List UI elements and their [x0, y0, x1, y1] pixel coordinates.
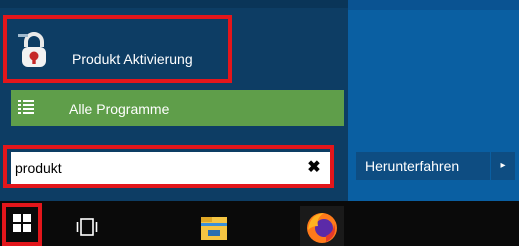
- program-item-produkt-aktivierung[interactable]: Produkt Aktivierung: [0, 14, 235, 84]
- search-input[interactable]: [15, 156, 295, 180]
- padlock-app-icon: [14, 31, 54, 71]
- shutdown-options-arrow[interactable]: ▸: [491, 152, 515, 180]
- all-programs-label: Alle Programme: [69, 101, 170, 117]
- program-label: Produkt Aktivierung: [72, 51, 193, 67]
- shutdown-label: Herunterfahren: [365, 158, 460, 174]
- right-pane-top-strip: [348, 0, 519, 10]
- start-menu-top-strip: [0, 0, 348, 8]
- all-programs-button[interactable]: Alle Programme: [11, 90, 344, 126]
- folder-icon[interactable]: [199, 214, 229, 242]
- windows-logo-icon: [13, 214, 31, 232]
- search-box[interactable]: ✖: [11, 152, 331, 184]
- task-view-icon[interactable]: [76, 216, 98, 238]
- start-button[interactable]: [2, 203, 42, 246]
- list-icon: [18, 100, 34, 114]
- shutdown-button[interactable]: Herunterfahren: [356, 152, 490, 180]
- close-icon[interactable]: ✖: [307, 160, 321, 176]
- firefox-icon[interactable]: [300, 206, 344, 246]
- screen: Produkt Aktivierung Alle Programme ✖ Her…: [0, 0, 519, 246]
